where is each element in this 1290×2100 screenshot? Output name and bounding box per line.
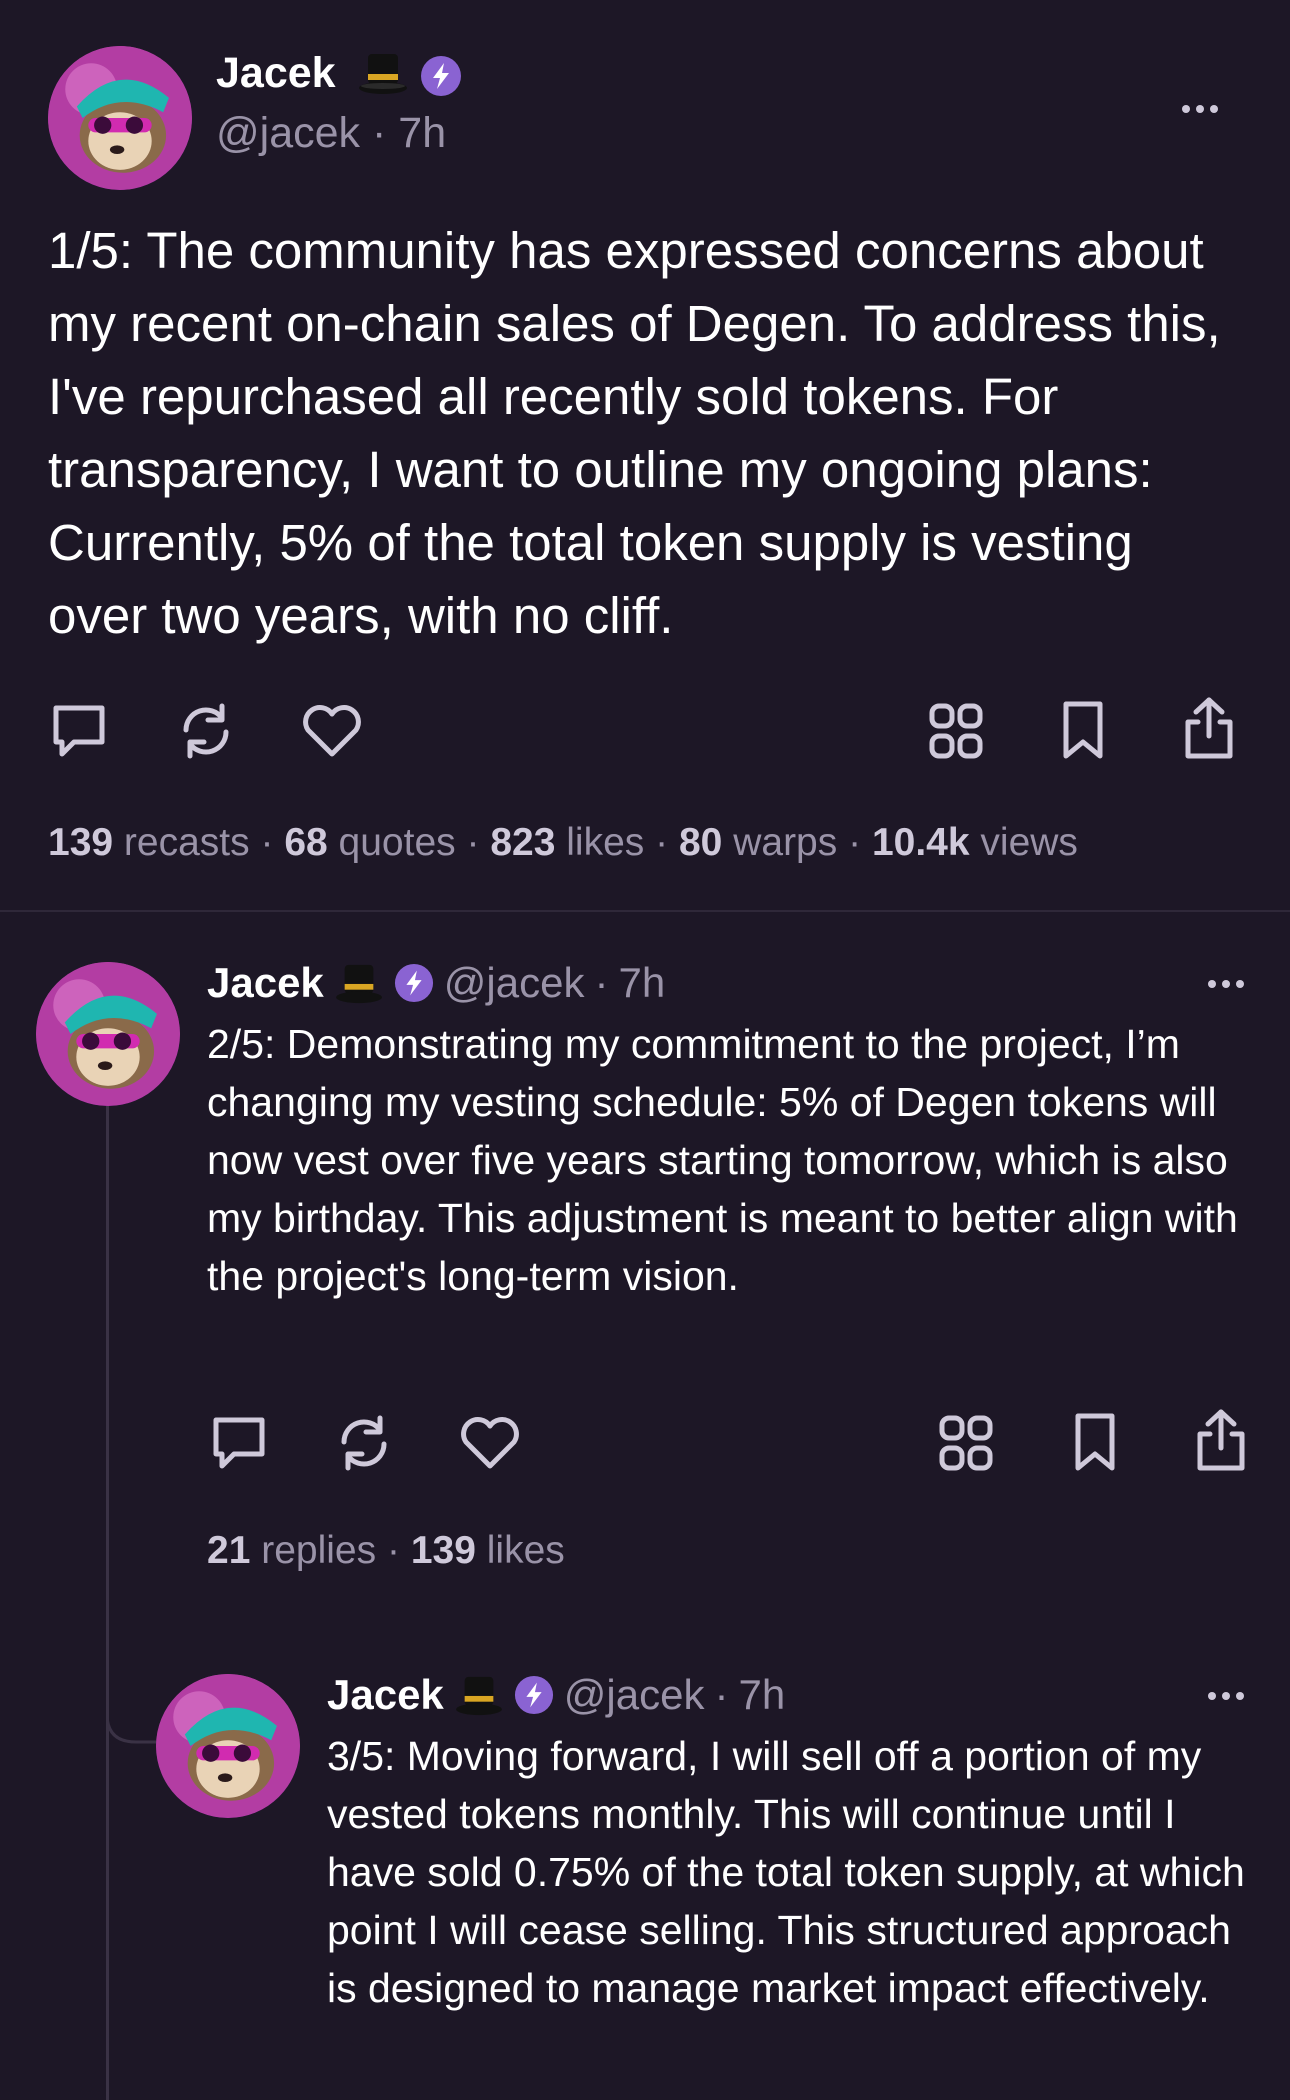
post-header: Jacek @jacek · 7h	[327, 1668, 785, 1722]
stat-separator: ·	[466, 821, 480, 864]
grid-icon[interactable]	[928, 702, 984, 760]
divider	[0, 910, 1290, 912]
stat-count: 10.4k	[871, 821, 970, 864]
share-icon[interactable]	[1182, 696, 1236, 760]
display-name[interactable]: Jacek	[327, 1668, 444, 1722]
stat-label: likes	[566, 821, 645, 864]
stat-count: 80	[678, 821, 723, 864]
bookmark-icon[interactable]	[1060, 700, 1106, 760]
display-name-text: Jacek	[216, 49, 336, 97]
bookmark-icon[interactable]	[1072, 1412, 1118, 1472]
separator: ·	[714, 1671, 729, 1718]
top-hat-icon	[455, 1676, 502, 1716]
avatar[interactable]	[36, 962, 180, 1106]
stat-warps[interactable]: 80 warps	[679, 821, 837, 864]
display-name[interactable]: Jacek	[207, 956, 324, 1010]
heart-icon[interactable]	[458, 1414, 522, 1472]
heart-icon[interactable]	[300, 702, 364, 760]
stat-count: 823	[490, 821, 556, 864]
comment-icon[interactable]	[50, 702, 108, 760]
stat-likes[interactable]: 823 likes	[490, 821, 644, 864]
stat-separator: ·	[260, 821, 274, 864]
stat-separator: ·	[386, 1529, 400, 1572]
thread-line	[106, 1104, 109, 2100]
stat-label: views	[980, 821, 1078, 864]
avatar-hedgehog-icon	[36, 962, 180, 1106]
stat-label: quotes	[338, 821, 456, 864]
recast-icon[interactable]	[176, 702, 236, 760]
stat-label: replies	[261, 1529, 377, 1572]
post-stats: 21 replies · 139 likes	[207, 1526, 565, 1576]
separator: ·	[594, 959, 609, 1006]
stat-replies[interactable]: 21 replies	[207, 1529, 376, 1572]
stat-separator: ·	[848, 821, 862, 864]
more-dots-icon[interactable]	[1182, 105, 1218, 113]
stat-count: 139	[48, 821, 114, 864]
stat-count: 21	[207, 1529, 251, 1572]
lightning-badge-icon	[394, 963, 433, 1003]
post-header: Jacek @jacek · 7h	[207, 956, 665, 1010]
handle[interactable]: @jacek	[444, 956, 585, 1010]
separator: ·	[372, 109, 387, 157]
timestamp[interactable]: 7h	[398, 109, 446, 157]
stat-label: warps	[733, 821, 838, 864]
lightning-badge-icon	[421, 56, 461, 96]
more-dots-icon[interactable]	[1208, 1692, 1244, 1700]
comment-icon[interactable]	[210, 1414, 268, 1472]
stat-likes[interactable]: 139 likes	[411, 1529, 565, 1572]
post-stats: 139 recasts · 68 quotes · 823 likes · 80…	[48, 818, 1078, 868]
avatar-hedgehog-icon	[156, 1674, 300, 1818]
avatar[interactable]	[156, 1674, 300, 1818]
grid-icon[interactable]	[938, 1414, 994, 1472]
stat-count: 68	[284, 821, 328, 864]
stat-separator: ·	[655, 821, 669, 864]
stat-views[interactable]: 10.4k views	[872, 821, 1078, 864]
share-icon[interactable]	[1194, 1408, 1248, 1472]
stat-label: likes	[486, 1529, 565, 1572]
timestamp[interactable]: 7h	[738, 1668, 785, 1722]
stat-quotes[interactable]: 68 quotes	[284, 821, 455, 864]
recast-icon[interactable]	[334, 1414, 394, 1472]
avatar[interactable]	[48, 46, 192, 190]
stat-count: 139	[410, 1529, 476, 1572]
lightning-badge-icon	[514, 1675, 553, 1715]
handle[interactable]: @jacek	[216, 109, 360, 157]
display-name[interactable]: Jacek	[216, 48, 336, 98]
post-body: 1/5: The community has expressed concern…	[48, 222, 1221, 644]
handle-and-time: @jacek · 7h	[216, 108, 446, 158]
stat-label: recasts	[123, 821, 250, 864]
avatar-hedgehog-icon	[48, 46, 192, 190]
top-hat-icon	[359, 54, 407, 94]
timestamp[interactable]: 7h	[618, 956, 665, 1010]
post-body: 2/5: Demonstrating my commitment to the …	[207, 1021, 1238, 1299]
stat-recasts[interactable]: 139 recasts	[48, 821, 250, 864]
top-hat-icon	[335, 964, 382, 1004]
more-dots-icon[interactable]	[1208, 980, 1244, 988]
post-body: 3/5: Moving forward, I will sell off a p…	[327, 1733, 1245, 2011]
handle[interactable]: @jacek	[564, 1668, 705, 1722]
